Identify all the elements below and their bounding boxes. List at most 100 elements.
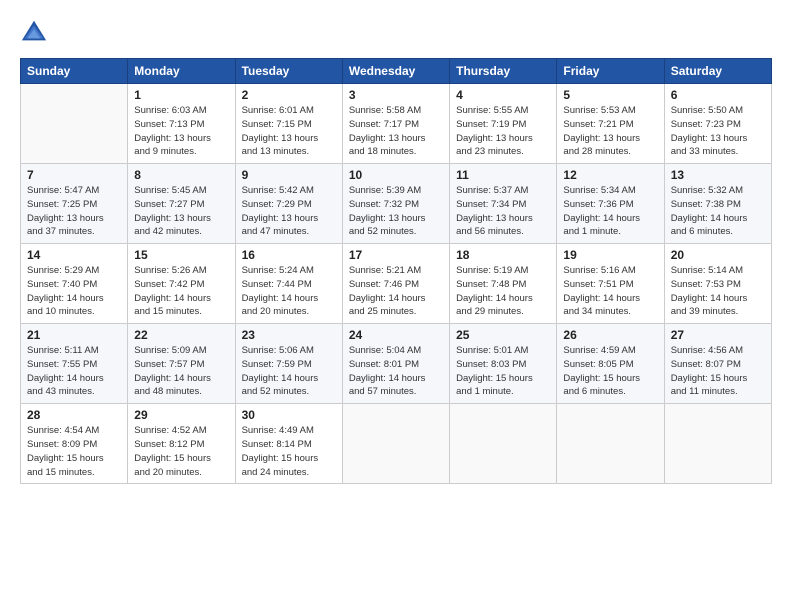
calendar-cell: [450, 404, 557, 484]
day-number: 6: [671, 88, 765, 102]
day-info: Sunrise: 4:56 AM Sunset: 8:07 PM Dayligh…: [671, 344, 765, 399]
day-number: 15: [134, 248, 228, 262]
calendar-cell: 13 Sunrise: 5:32 AM Sunset: 7:38 PM Dayli…: [664, 164, 771, 244]
day-number: 22: [134, 328, 228, 342]
calendar-week-row: 21Sunrise: 5:11 AM Sunset: 7:55 PM Dayli…: [21, 324, 772, 404]
calendar-cell: 6 Sunrise: 5:50 AM Sunset: 7:23 PM Daylig…: [664, 84, 771, 164]
day-number: 21: [27, 328, 121, 342]
day-number: 12: [563, 168, 657, 182]
calendar-week-row: 7 Sunrise: 5:47 AM Sunset: 7:25 PM Daylig…: [21, 164, 772, 244]
day-number: 23: [242, 328, 336, 342]
day-info: Sunrise: 5:37 AM Sunset: 7:34 PM Dayligh…: [456, 184, 550, 239]
day-info: Sunrise: 5:14 AM Sunset: 7:53 PM Dayligh…: [671, 264, 765, 319]
day-number: 27: [671, 328, 765, 342]
day-number: 26: [563, 328, 657, 342]
day-info: Sunrise: 5:21 AM Sunset: 7:46 PM Dayligh…: [349, 264, 443, 319]
day-number: 3: [349, 88, 443, 102]
day-number: 20: [671, 248, 765, 262]
day-info: Sunrise: 5:29 AM Sunset: 7:40 PM Dayligh…: [27, 264, 121, 319]
day-number: 1: [134, 88, 228, 102]
day-info: Sunrise: 5:09 AM Sunset: 7:57 PM Dayligh…: [134, 344, 228, 399]
day-info: Sunrise: 5:06 AM Sunset: 7:59 PM Dayligh…: [242, 344, 336, 399]
day-number: 5: [563, 88, 657, 102]
day-number: 28: [27, 408, 121, 422]
day-info: Sunrise: 5:58 AM Sunset: 7:17 PM Dayligh…: [349, 104, 443, 159]
calendar-cell: 28Sunrise: 4:54 AM Sunset: 8:09 PM Dayli…: [21, 404, 128, 484]
day-info: Sunrise: 5:32 AM Sunset: 7:38 PM Dayligh…: [671, 184, 765, 239]
day-number: 13: [671, 168, 765, 182]
page-header: [20, 18, 772, 46]
calendar-cell: 2Sunrise: 6:01 AM Sunset: 7:15 PM Daylig…: [235, 84, 342, 164]
day-info: Sunrise: 5:01 AM Sunset: 8:03 PM Dayligh…: [456, 344, 550, 399]
logo: [20, 18, 52, 46]
calendar-cell: [21, 84, 128, 164]
weekday-header: Thursday: [450, 59, 557, 84]
day-info: Sunrise: 5:53 AM Sunset: 7:21 PM Dayligh…: [563, 104, 657, 159]
calendar-cell: 24Sunrise: 5:04 AM Sunset: 8:01 PM Dayli…: [342, 324, 449, 404]
calendar-week-row: 14 Sunrise: 5:29 AM Sunset: 7:40 PM Dayli…: [21, 244, 772, 324]
day-info: Sunrise: 5:16 AM Sunset: 7:51 PM Dayligh…: [563, 264, 657, 319]
calendar-cell: 19 Sunrise: 5:16 AM Sunset: 7:51 PM Dayli…: [557, 244, 664, 324]
day-number: 14: [27, 248, 121, 262]
day-info: Sunrise: 5:42 AM Sunset: 7:29 PM Dayligh…: [242, 184, 336, 239]
day-info: Sunrise: 5:47 AM Sunset: 7:25 PM Dayligh…: [27, 184, 121, 239]
day-number: 17: [349, 248, 443, 262]
calendar-cell: 21Sunrise: 5:11 AM Sunset: 7:55 PM Dayli…: [21, 324, 128, 404]
calendar-table: SundayMondayTuesdayWednesdayThursdayFrid…: [20, 58, 772, 484]
calendar-cell: 30 Sunrise: 4:49 AM Sunset: 8:14 PM Dayli…: [235, 404, 342, 484]
calendar-cell: 7 Sunrise: 5:47 AM Sunset: 7:25 PM Daylig…: [21, 164, 128, 244]
day-number: 18: [456, 248, 550, 262]
calendar-cell: 17 Sunrise: 5:21 AM Sunset: 7:46 PM Dayli…: [342, 244, 449, 324]
weekday-header: Wednesday: [342, 59, 449, 84]
calendar-cell: 27 Sunrise: 4:56 AM Sunset: 8:07 PM Dayli…: [664, 324, 771, 404]
weekday-header: Saturday: [664, 59, 771, 84]
calendar-header-row: SundayMondayTuesdayWednesdayThursdayFrid…: [21, 59, 772, 84]
calendar-cell: 20 Sunrise: 5:14 AM Sunset: 7:53 PM Dayli…: [664, 244, 771, 324]
calendar-cell: 16Sunrise: 5:24 AM Sunset: 7:44 PM Dayli…: [235, 244, 342, 324]
calendar-cell: 15Sunrise: 5:26 AM Sunset: 7:42 PM Dayli…: [128, 244, 235, 324]
day-info: Sunrise: 5:34 AM Sunset: 7:36 PM Dayligh…: [563, 184, 657, 239]
calendar-cell: 29Sunrise: 4:52 AM Sunset: 8:12 PM Dayli…: [128, 404, 235, 484]
day-number: 10: [349, 168, 443, 182]
calendar-cell: 22 Sunrise: 5:09 AM Sunset: 7:57 PM Dayli…: [128, 324, 235, 404]
day-number: 11: [456, 168, 550, 182]
day-number: 8: [134, 168, 228, 182]
day-number: 4: [456, 88, 550, 102]
calendar-cell: [664, 404, 771, 484]
calendar-week-row: 28Sunrise: 4:54 AM Sunset: 8:09 PM Dayli…: [21, 404, 772, 484]
calendar-cell: 3 Sunrise: 5:58 AM Sunset: 7:17 PM Daylig…: [342, 84, 449, 164]
calendar-cell: [557, 404, 664, 484]
day-info: Sunrise: 4:52 AM Sunset: 8:12 PM Dayligh…: [134, 424, 228, 479]
day-number: 30: [242, 408, 336, 422]
day-info: Sunrise: 4:49 AM Sunset: 8:14 PM Dayligh…: [242, 424, 336, 479]
calendar-cell: 25Sunrise: 5:01 AM Sunset: 8:03 PM Dayli…: [450, 324, 557, 404]
day-info: Sunrise: 5:55 AM Sunset: 7:19 PM Dayligh…: [456, 104, 550, 159]
page-container: SundayMondayTuesdayWednesdayThursdayFrid…: [0, 0, 792, 494]
calendar-cell: 4 Sunrise: 5:55 AM Sunset: 7:19 PM Daylig…: [450, 84, 557, 164]
calendar-cell: 10Sunrise: 5:39 AM Sunset: 7:32 PM Dayli…: [342, 164, 449, 244]
calendar-cell: 8 Sunrise: 5:45 AM Sunset: 7:27 PM Daylig…: [128, 164, 235, 244]
calendar-cell: 12 Sunrise: 5:34 AM Sunset: 7:36 PM Dayli…: [557, 164, 664, 244]
calendar-cell: 11 Sunrise: 5:37 AM Sunset: 7:34 PM Dayli…: [450, 164, 557, 244]
day-number: 2: [242, 88, 336, 102]
calendar-cell: 9Sunrise: 5:42 AM Sunset: 7:29 PM Daylig…: [235, 164, 342, 244]
day-info: Sunrise: 5:19 AM Sunset: 7:48 PM Dayligh…: [456, 264, 550, 319]
calendar-cell: 18 Sunrise: 5:19 AM Sunset: 7:48 PM Dayli…: [450, 244, 557, 324]
logo-icon: [20, 18, 48, 46]
weekday-header: Tuesday: [235, 59, 342, 84]
calendar-week-row: 1Sunrise: 6:03 AM Sunset: 7:13 PM Daylig…: [21, 84, 772, 164]
day-info: Sunrise: 5:50 AM Sunset: 7:23 PM Dayligh…: [671, 104, 765, 159]
day-info: Sunrise: 5:45 AM Sunset: 7:27 PM Dayligh…: [134, 184, 228, 239]
weekday-header: Sunday: [21, 59, 128, 84]
calendar-cell: 26 Sunrise: 4:59 AM Sunset: 8:05 PM Dayli…: [557, 324, 664, 404]
day-number: 24: [349, 328, 443, 342]
calendar-cell: 14 Sunrise: 5:29 AM Sunset: 7:40 PM Dayli…: [21, 244, 128, 324]
calendar-cell: 5 Sunrise: 5:53 AM Sunset: 7:21 PM Daylig…: [557, 84, 664, 164]
weekday-header: Monday: [128, 59, 235, 84]
calendar-cell: 1Sunrise: 6:03 AM Sunset: 7:13 PM Daylig…: [128, 84, 235, 164]
calendar-cell: 23 Sunrise: 5:06 AM Sunset: 7:59 PM Dayli…: [235, 324, 342, 404]
day-number: 7: [27, 168, 121, 182]
day-number: 16: [242, 248, 336, 262]
day-number: 19: [563, 248, 657, 262]
day-info: Sunrise: 4:59 AM Sunset: 8:05 PM Dayligh…: [563, 344, 657, 399]
